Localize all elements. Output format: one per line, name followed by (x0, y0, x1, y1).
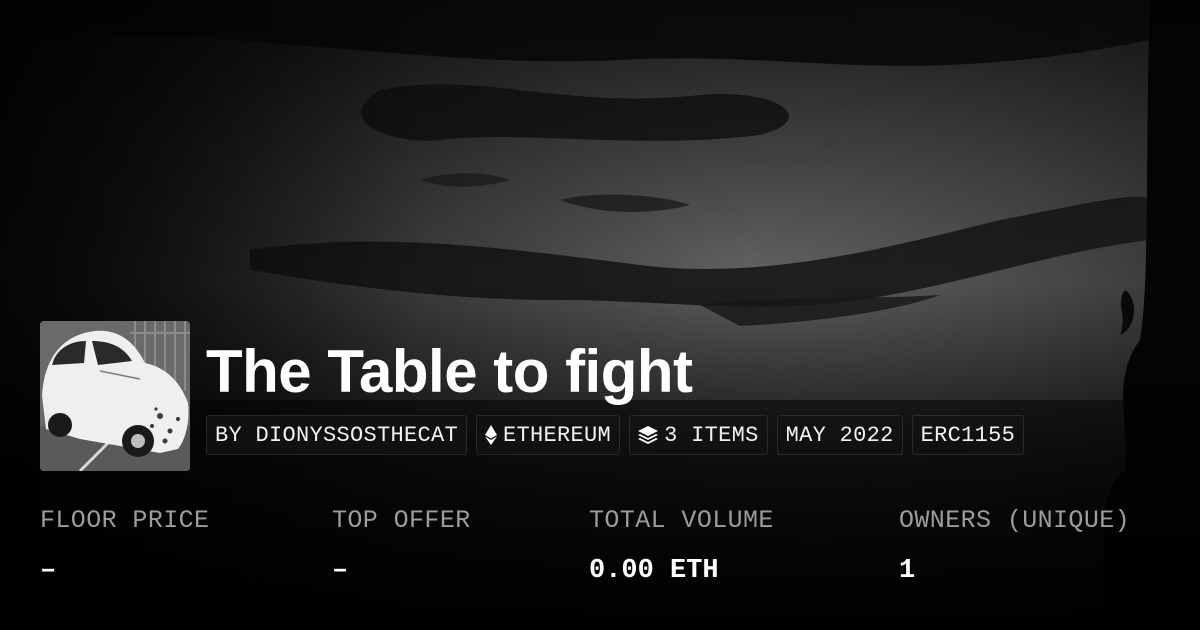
car-photo-image (40, 321, 190, 471)
stat-total-volume: TOTAL VOLUME 0.00 ETH (589, 505, 774, 587)
items-chip: 3 ITEMS (629, 415, 768, 455)
token-standard-chip: ERC1155 (911, 415, 1025, 455)
token-standard-label: ERC1155 (920, 422, 1016, 448)
stat-value: 0.00 ETH (589, 556, 719, 586)
creator-label: BY DIONYSSOSTHECAT (215, 422, 459, 448)
ethereum-icon (485, 425, 498, 445)
stat-value: – (40, 556, 57, 586)
layers-icon (638, 426, 659, 444)
stat-label: TOP OFFER (332, 506, 471, 535)
creator-chip[interactable]: BY DIONYSSOSTHECAT (206, 415, 468, 455)
stat-label: FLOOR PRICE (40, 506, 210, 535)
stat-label: OWNERS (UNIQUE) (899, 506, 1131, 535)
chain-chip: ETHEREUM (476, 415, 621, 455)
stat-owners: OWNERS (UNIQUE) 1 (899, 505, 1130, 587)
created-date-chip: MAY 2022 (776, 415, 903, 455)
collection-title: The Table to fight (206, 338, 693, 405)
stat-value: 1 (899, 556, 916, 586)
collection-avatar[interactable] (40, 321, 190, 471)
stat-label: TOTAL VOLUME (589, 506, 774, 535)
collection-meta-chips: BY DIONYSSOSTHECAT ETHEREUM 3 ITEMS MAY … (206, 415, 1025, 455)
chain-label: ETHEREUM (503, 422, 612, 448)
stat-floor-price: FLOOR PRICE – (40, 505, 209, 587)
stat-value: – (332, 556, 349, 586)
stat-top-offer: TOP OFFER – (332, 505, 471, 587)
items-label: 3 ITEMS (664, 422, 759, 448)
created-date-label: MAY 2022 (785, 422, 894, 448)
